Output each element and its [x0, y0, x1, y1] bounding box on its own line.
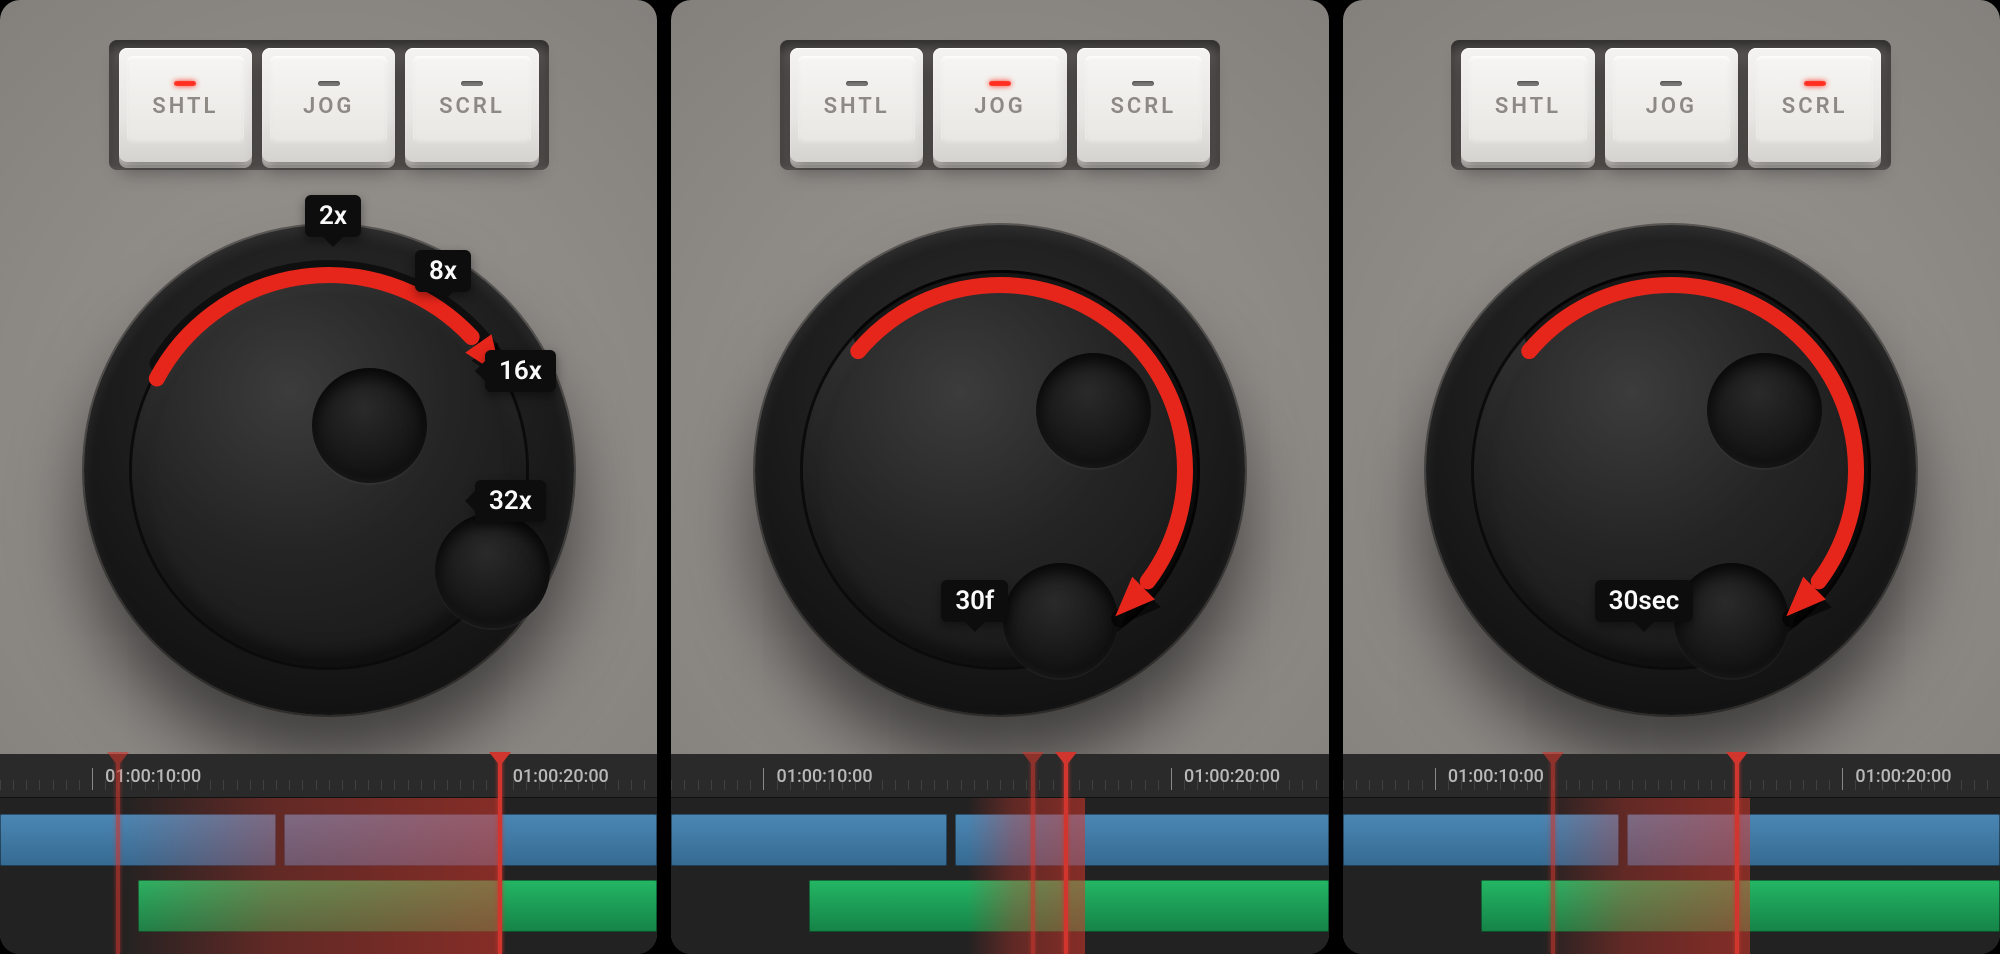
key-led [846, 81, 868, 86]
timecode-label: 01:00:10:00 [1448, 766, 1544, 787]
dial-dimple [1707, 353, 1822, 468]
speed-tag: 32x [475, 480, 546, 522]
jog-key[interactable]: JOG [933, 48, 1066, 162]
timecode-label: 01:00:20:00 [513, 766, 609, 787]
video-clip[interactable] [1343, 814, 1619, 866]
control-panel-jog: SHTL JOG SCRL 30f 01:00:10:00 01:00:20:00 [671, 0, 1328, 954]
video-clip[interactable] [284, 814, 657, 866]
shtl-key[interactable]: SHTL [790, 48, 923, 162]
timeline-ruler[interactable]: 01:00:10:00 01:00:20:00 [671, 754, 1328, 798]
timeline: 01:00:10:00 01:00:20:00 [0, 754, 657, 954]
key-well: SHTL JOG SCRL [780, 40, 1220, 170]
timeline: 01:00:10:00 01:00:20:00 [671, 754, 1328, 954]
control-panel-shuttle: SHTL JOG SCRL 2x 8x 16x 32x 01:00:10:00 01:00:20… [0, 0, 657, 954]
key-label: SHTL [824, 94, 890, 119]
key-label: SCRL [1782, 94, 1848, 119]
key-led [318, 81, 340, 86]
timecode-label: 01:00:10:00 [105, 766, 201, 787]
speed-tag: 2x [305, 195, 361, 237]
shtl-key[interactable]: SHTL [119, 48, 252, 162]
video-clip[interactable] [1627, 814, 2000, 866]
audio-clip[interactable] [1481, 880, 2000, 932]
key-well: SHTL JOG SCRL [1451, 40, 1891, 170]
dial-dimple [1674, 563, 1789, 678]
key-label: SCRL [1110, 94, 1176, 119]
timecode-label: 01:00:20:00 [1184, 766, 1280, 787]
timecode-label: 01:00:10:00 [777, 766, 873, 787]
audio-clip[interactable] [809, 880, 1328, 932]
dial-dimple [1003, 563, 1118, 678]
key-led [1660, 81, 1682, 86]
key-label: JOG [1646, 94, 1697, 119]
scrl-key[interactable]: SCRL [405, 48, 538, 162]
dial-dimple [312, 368, 427, 483]
speed-tag: 16x [485, 350, 556, 392]
video-clip[interactable] [955, 814, 1328, 866]
shtl-key[interactable]: SHTL [1461, 48, 1594, 162]
video-clip[interactable] [0, 814, 276, 866]
key-label: SHTL [152, 94, 218, 119]
dial-dimple [1036, 353, 1151, 468]
key-label: JOG [974, 94, 1025, 119]
timeline-tracks[interactable] [1343, 798, 2000, 954]
key-well: SHTL JOG SCRL [109, 40, 549, 170]
search-dial[interactable] [1426, 225, 1916, 715]
speed-tag: 30sec [1595, 580, 1694, 622]
video-clip[interactable] [671, 814, 947, 866]
jog-key[interactable]: JOG [1605, 48, 1738, 162]
timeline: 01:00:10:00 01:00:20:00 [1343, 754, 2000, 954]
key-led [989, 81, 1011, 86]
timeline-ruler[interactable]: 01:00:10:00 01:00:20:00 [0, 754, 657, 798]
scrl-key[interactable]: SCRL [1077, 48, 1210, 162]
timecode-label: 01:00:20:00 [1855, 766, 1951, 787]
key-label: SCRL [439, 94, 505, 119]
key-led [461, 81, 483, 86]
dial-dimple [435, 513, 550, 628]
key-label: SHTL [1495, 94, 1561, 119]
control-panel-scroll: SHTL JOG SCRL 30sec 01:00:10:00 01:00:20:00 [1343, 0, 2000, 954]
speed-tag: 8x [415, 250, 471, 292]
search-dial[interactable] [755, 225, 1245, 715]
audio-clip[interactable] [138, 880, 657, 932]
key-led [1804, 81, 1826, 86]
search-dial[interactable] [84, 225, 574, 715]
key-led [1132, 81, 1154, 86]
speed-tag: 30f [941, 580, 1008, 622]
timeline-tracks[interactable] [0, 798, 657, 954]
timeline-ruler[interactable]: 01:00:10:00 01:00:20:00 [1343, 754, 2000, 798]
key-led [174, 81, 196, 86]
key-led [1517, 81, 1539, 86]
scrl-key[interactable]: SCRL [1748, 48, 1881, 162]
jog-key[interactable]: JOG [262, 48, 395, 162]
key-label: JOG [303, 94, 354, 119]
timeline-tracks[interactable] [671, 798, 1328, 954]
